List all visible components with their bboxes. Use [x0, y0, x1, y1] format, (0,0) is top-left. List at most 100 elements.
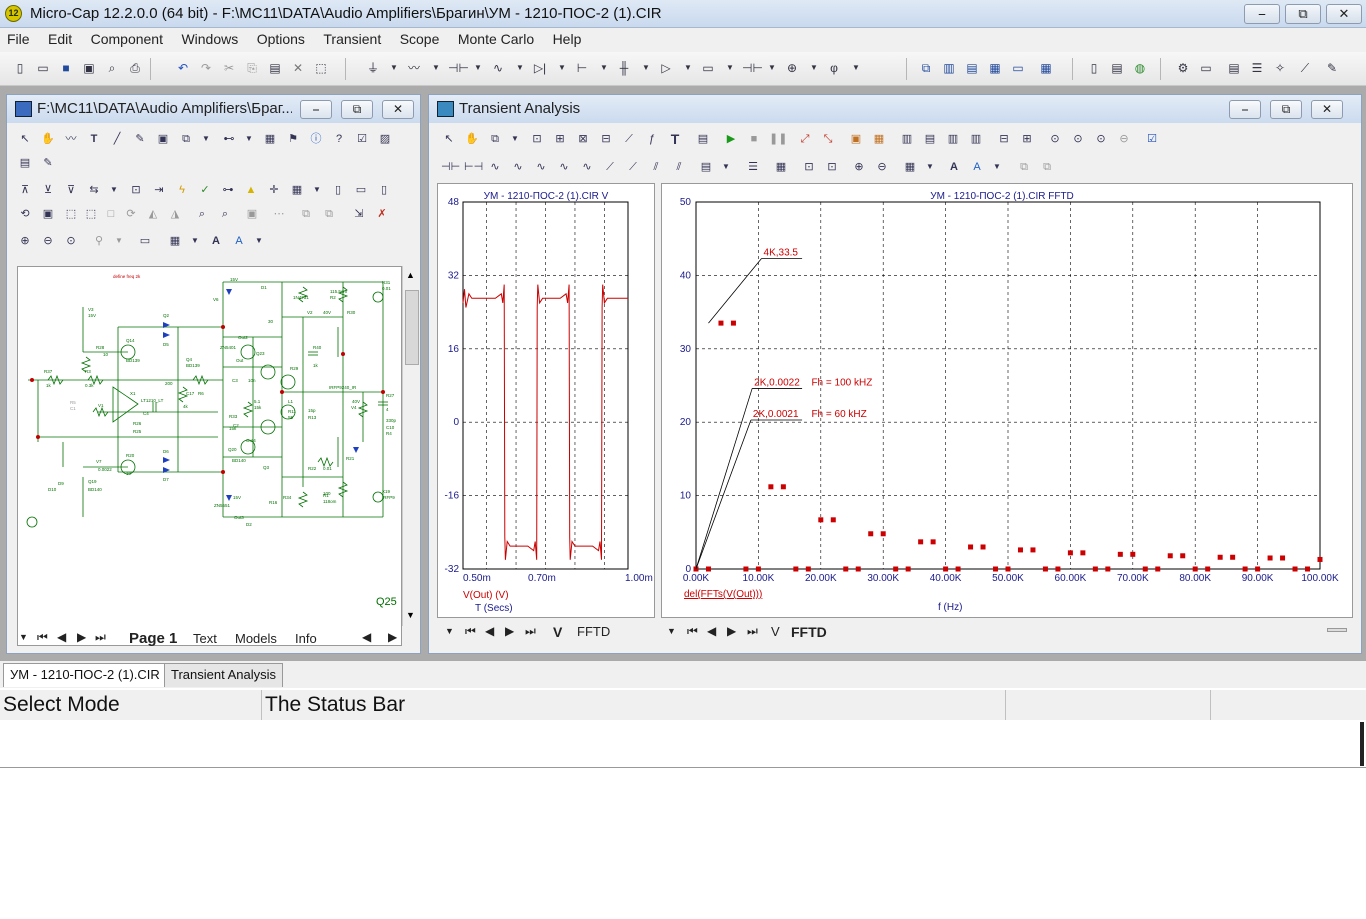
limits-edit-icon[interactable]: ⤡	[820, 131, 836, 147]
globe-icon[interactable]: ◍	[1132, 60, 1148, 76]
pan-hand-icon[interactable]: ✋	[40, 131, 56, 147]
menu-scope[interactable]: Scope	[393, 28, 447, 47]
menu-file[interactable]: File	[0, 28, 37, 47]
grid-icon[interactable]: ▦	[289, 182, 305, 198]
page-icon[interactable]: ▯	[330, 182, 346, 198]
menu-component[interactable]: Component	[84, 28, 170, 47]
token-icon[interactable]: ⊡	[801, 159, 817, 175]
diode-icon[interactable]: ▷|	[532, 60, 548, 76]
go-to-x-icon[interactable]: ⫽	[671, 159, 687, 175]
split-v-icon[interactable]: ⊞	[1019, 131, 1035, 147]
replace-icon[interactable]: ▣	[244, 206, 260, 222]
data-points-icon[interactable]: ▦	[773, 159, 789, 175]
dropdown-arrow-icon[interactable]: ▼	[764, 60, 780, 76]
tab-page-1[interactable]: Page 1	[129, 630, 177, 647]
calculator-icon[interactable]: ▦	[1038, 60, 1054, 76]
dropdown-arrow-icon[interactable]: ▼	[718, 159, 734, 175]
stepping-icon[interactable]: ▣	[848, 131, 864, 147]
ground-icon[interactable]: ⏚	[365, 60, 381, 76]
transient-minimize-button[interactable]: ⎯	[1229, 100, 1261, 119]
performance-icon[interactable]: ƒ	[644, 131, 660, 147]
text-tool-icon[interactable]: T	[667, 131, 683, 147]
list-icon[interactable]: ▭	[1198, 60, 1214, 76]
node-numbers-icon[interactable]: ⊼	[17, 182, 33, 198]
node-icon[interactable]: ⊷	[221, 131, 237, 147]
fft-plot-panel[interactable]: УМ - 1210-ПОС-2 (1).CIR FFTD 0 10 20 30 40 50…	[661, 183, 1353, 618]
low-icon[interactable]: ∿	[510, 159, 526, 175]
copy-objects-icon[interactable]: ⧉	[487, 131, 503, 147]
tab-fftd-right[interactable]: FFTD	[791, 624, 827, 640]
zoom-full-icon[interactable]: ⊙	[1093, 131, 1109, 147]
undo-icon[interactable]: ↶	[175, 60, 191, 76]
inflection-icon[interactable]: ∿	[533, 159, 549, 175]
empty-box-icon[interactable]: □	[103, 206, 119, 222]
tab-text[interactable]: Text	[193, 631, 217, 646]
ungroup-icon[interactable]: ⧉	[321, 206, 337, 222]
dropdown-arrow-icon[interactable]: ▼	[470, 60, 486, 76]
plot-icon[interactable]: ⟋	[1297, 60, 1313, 76]
font-icon[interactable]: A	[946, 159, 962, 175]
transient-close-button[interactable]: ✕	[1311, 100, 1343, 119]
capacitor-icon[interactable]: ⊣⊢	[448, 60, 469, 76]
layout-icon[interactable]: ▦	[902, 159, 918, 175]
dropdown-arrow-icon[interactable]: ▼	[722, 60, 738, 76]
tab-models[interactable]: Models	[235, 631, 277, 646]
wire-icon[interactable]: 〰	[63, 131, 79, 147]
font-icon[interactable]: A	[208, 233, 224, 249]
pen-icon[interactable]: ✎	[132, 131, 148, 147]
graph-icon[interactable]: ⟋	[621, 131, 637, 147]
schematic-canvas[interactable]: define freq 2k V3 15V R28 10 Q14 BD139 R…	[17, 266, 403, 646]
dropdown-arrow-icon[interactable]: ▼	[512, 60, 528, 76]
zoom-out-icon[interactable]: ⊖	[40, 233, 56, 249]
hscroll-right-icon[interactable]: ▶	[388, 630, 397, 644]
tab-first-icon[interactable]: ▼	[19, 632, 28, 642]
cut-icon[interactable]: ✂	[221, 60, 237, 76]
limits-icon[interactable]: ⤢	[797, 131, 813, 147]
pan-hand-icon[interactable]: ✋	[464, 131, 480, 147]
flag-icon[interactable]: ⚑	[285, 131, 301, 147]
voltage-plot-svg[interactable]: УМ - 1210-ПОС-2 (1).CIR V 4832160-16-320…	[438, 184, 654, 617]
node-voltages-icon[interactable]: ⊻	[40, 182, 56, 198]
voltage-plot-panel[interactable]: УМ - 1210-ПОС-2 (1).CIR V 48 32 16 0 -16 -32 0…	[437, 183, 655, 618]
select-all-icon[interactable]: ⬚	[313, 60, 329, 76]
resistor-icon[interactable]: 〰	[406, 60, 422, 76]
menu-help[interactable]: Help	[546, 28, 589, 47]
wizard-icon[interactable]: ✎	[1324, 60, 1340, 76]
maximize-button[interactable]: ⧉	[1285, 4, 1321, 24]
text-tool-icon[interactable]: T	[86, 131, 102, 147]
dropdown-arrow-icon[interactable]: ▼	[680, 60, 696, 76]
menu-windows[interactable]: Windows	[174, 28, 245, 47]
open-folder-icon[interactable]: ▭	[35, 60, 51, 76]
zoom-region-icon[interactable]: ⊟	[598, 131, 614, 147]
source-icon[interactable]: ⊕	[784, 60, 800, 76]
top-icon[interactable]: ⟋	[602, 159, 618, 175]
zoom-y-icon[interactable]: ⊙	[1070, 131, 1086, 147]
dropdown-arrow-icon[interactable]: ▼	[806, 60, 822, 76]
pin-connections-icon[interactable]: ⇥	[151, 182, 167, 198]
tile-horizontal-icon[interactable]: ▤	[964, 60, 980, 76]
flip-x-icon[interactable]: ◭	[145, 206, 161, 222]
tile-vertical-icon[interactable]: ▥	[941, 60, 957, 76]
probe-tool-icon[interactable]: ⚲	[91, 233, 107, 249]
ruler-icon[interactable]: ⊡	[824, 159, 840, 175]
valley-icon[interactable]: ⊢⊣	[464, 159, 483, 175]
tab-next-icon[interactable]: ▶	[77, 630, 86, 644]
warning-icon[interactable]: ▲	[243, 182, 259, 198]
dropdown-arrow-icon[interactable]: ▼	[554, 60, 570, 76]
power-icon[interactable]: ⊡	[128, 182, 144, 198]
checkbox-icon[interactable]: ☑	[354, 131, 370, 147]
stop-icon[interactable]: ■	[746, 131, 762, 147]
region-icon[interactable]: ⬚	[63, 206, 79, 222]
table-icon[interactable]: ▦	[262, 131, 278, 147]
doc-tab-circuit[interactable]: УМ - 1210-ПОС-2 (1).CIR	[3, 663, 167, 687]
dropdown-arrow-icon[interactable]: ▼	[241, 131, 257, 147]
component-library-icon[interactable]: ▯	[1086, 60, 1102, 76]
current-icon[interactable]: ⇆	[86, 182, 102, 198]
schematic-vertical-scrollbar[interactable]: ▲ ▼	[402, 266, 420, 626]
zoom-x-icon[interactable]: ⊙	[1047, 131, 1063, 147]
lightning-icon[interactable]: ϟ	[174, 182, 190, 198]
run-icon[interactable]: ▶	[723, 131, 739, 147]
rotate-cw-icon[interactable]: ⟳	[123, 206, 139, 222]
line-tool-icon[interactable]: ╱	[109, 131, 125, 147]
zoom-fit-icon[interactable]: ⊙	[63, 233, 79, 249]
